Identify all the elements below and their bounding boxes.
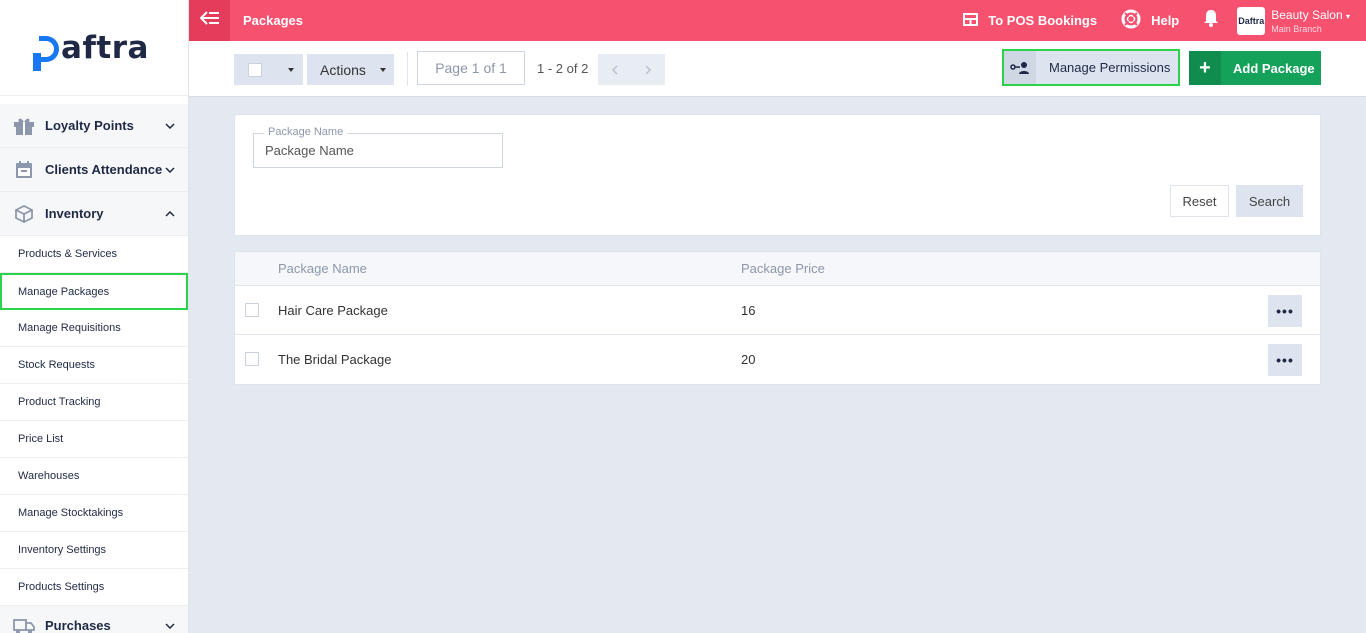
row-actions-button[interactable]: •••: [1268, 295, 1302, 327]
sidebar-subitem-inventory-settings[interactable]: Inventory Settings: [0, 532, 188, 569]
manage-permissions-button[interactable]: Manage Permissions: [1002, 49, 1180, 86]
chevron-down-icon: [164, 164, 176, 176]
chevron-right-icon: [645, 64, 651, 75]
row-checkbox[interactable]: [245, 303, 259, 317]
sidebar-subitem-manage-packages[interactable]: Manage Packages: [0, 273, 188, 310]
sidebar-item-label: Purchases: [45, 618, 111, 633]
results-range: 1 - 2 of 2: [537, 61, 589, 76]
sidebar-subitem-manage-requisitions[interactable]: Manage Requisitions: [0, 310, 188, 347]
reset-button[interactable]: Reset: [1170, 185, 1229, 217]
pos-bookings-label: To POS Bookings: [988, 13, 1098, 28]
chevron-down-icon: [164, 120, 176, 132]
more-dots-icon: •••: [1276, 352, 1294, 368]
package-price-cell: 16: [741, 303, 756, 318]
select-all-checkbox[interactable]: [248, 62, 262, 77]
lifebuoy-icon: [1121, 9, 1151, 32]
notifications-button[interactable]: [1203, 9, 1219, 32]
pager: [598, 54, 665, 85]
table-grid-icon: [963, 12, 988, 29]
toggle-sidebar-button[interactable]: [189, 0, 230, 41]
truck-icon: [12, 615, 36, 633]
page-indicator-input[interactable]: Page 1 of 1: [417, 51, 525, 85]
sidebar-item-inventory[interactable]: Inventory: [0, 192, 188, 236]
column-header-package-name[interactable]: Package Name: [278, 261, 367, 276]
logo-d-mark: [33, 35, 60, 71]
sidebar-subitem-product-tracking[interactable]: Product Tracking: [0, 384, 188, 421]
row-checkbox[interactable]: [245, 352, 259, 366]
sidebar-item-label: Inventory: [45, 206, 104, 221]
add-package-label: Add Package: [1233, 60, 1315, 76]
gift-icon: [12, 115, 36, 137]
account-logo: Daftra: [1237, 6, 1266, 35]
add-package-button[interactable]: + Add Package: [1189, 51, 1321, 85]
packages-table: Package Name Package Price Hair Care Pac…: [234, 251, 1321, 385]
user-key-icon: [1004, 51, 1036, 84]
column-header-package-price[interactable]: Package Price: [741, 261, 825, 276]
list-toolbar: Actions Page 1 of 1 1 - 2 of 2 Manage Pe…: [189, 41, 1366, 97]
sidebar-subitem-products-settings[interactable]: Products Settings: [0, 569, 188, 606]
sidebar-subitem-stock-requests[interactable]: Stock Requests: [0, 347, 188, 384]
next-page-button[interactable]: [632, 54, 666, 85]
sidebar-subitem-price-list[interactable]: Price List: [0, 421, 188, 458]
package-name-cell[interactable]: The Bridal Package: [278, 352, 391, 367]
sidebar-subitem-manage-stocktakings[interactable]: Manage Stocktakings: [0, 495, 188, 532]
sidebar-item-clients-attendance[interactable]: Clients Attendance: [0, 148, 188, 192]
account-name: Beauty Salon ▾: [1271, 7, 1350, 22]
more-dots-icon: •••: [1276, 303, 1294, 319]
account-branch: Main Branch: [1271, 23, 1322, 34]
table-header: Package Name Package Price: [235, 252, 1320, 286]
caret-down-icon: [379, 67, 386, 72]
package-name-field-label: Package Name: [264, 126, 348, 138]
account-menu[interactable]: Daftra Beauty Salon ▾ Main Branch: [1237, 6, 1350, 35]
logo-text: aftra: [61, 29, 149, 66]
page-title: Packages: [243, 13, 303, 28]
actions-label: Actions: [320, 61, 366, 78]
box-icon: [12, 203, 36, 225]
top-bar: Packages To POS Bookings Help Daftra Bea…: [189, 0, 1366, 41]
caret-down-icon: ▾: [1345, 11, 1350, 21]
row-actions-button[interactable]: •••: [1268, 344, 1302, 376]
help-link[interactable]: Help: [1121, 9, 1179, 32]
actions-dropdown[interactable]: Actions: [307, 54, 394, 85]
chevron-down-icon: [164, 620, 176, 632]
manage-permissions-label: Manage Permissions: [1049, 60, 1171, 75]
toolbar-divider: [407, 52, 408, 86]
previous-page-button[interactable]: [598, 54, 632, 85]
package-name-field: Package Name: [253, 126, 503, 168]
package-price-cell: 20: [741, 352, 756, 367]
arrow-left-menu-icon: [199, 11, 220, 30]
select-all-dropdown[interactable]: [234, 54, 303, 85]
chevron-left-icon: [612, 64, 618, 75]
calendar-icon: [12, 159, 36, 181]
sidebar-item-label: Loyalty Points: [45, 118, 134, 133]
package-name-cell[interactable]: Hair Care Package: [278, 303, 388, 318]
pos-bookings-link[interactable]: To POS Bookings: [963, 12, 1098, 29]
search-button[interactable]: Search: [1236, 185, 1303, 217]
brand-logo[interactable]: aftra: [0, 0, 188, 96]
sidebar-item-purchases[interactable]: Purchases: [0, 606, 188, 633]
sidebar-item-loyalty-points[interactable]: Loyalty Points: [0, 104, 188, 148]
package-name-input[interactable]: [254, 134, 502, 167]
sidebar: aftra Loyalty Points Clients Attendance …: [0, 0, 189, 633]
sidebar-item-label: Clients Attendance: [45, 162, 163, 177]
plus-icon: +: [1189, 51, 1221, 85]
bell-icon: [1203, 9, 1219, 32]
chevron-up-icon: [164, 208, 176, 220]
help-label: Help: [1151, 13, 1180, 28]
inventory-submenu: Products & Services Manage Packages Mana…: [0, 236, 188, 606]
sidebar-subitem-products-services[interactable]: Products & Services: [0, 236, 188, 273]
search-filter-card: Package Name Reset Search: [234, 114, 1321, 236]
caret-down-icon: [288, 67, 294, 72]
table-row[interactable]: Hair Care Package 16 •••: [235, 286, 1320, 335]
table-row[interactable]: The Bridal Package 20 •••: [235, 335, 1320, 384]
sidebar-subitem-warehouses[interactable]: Warehouses: [0, 458, 188, 495]
